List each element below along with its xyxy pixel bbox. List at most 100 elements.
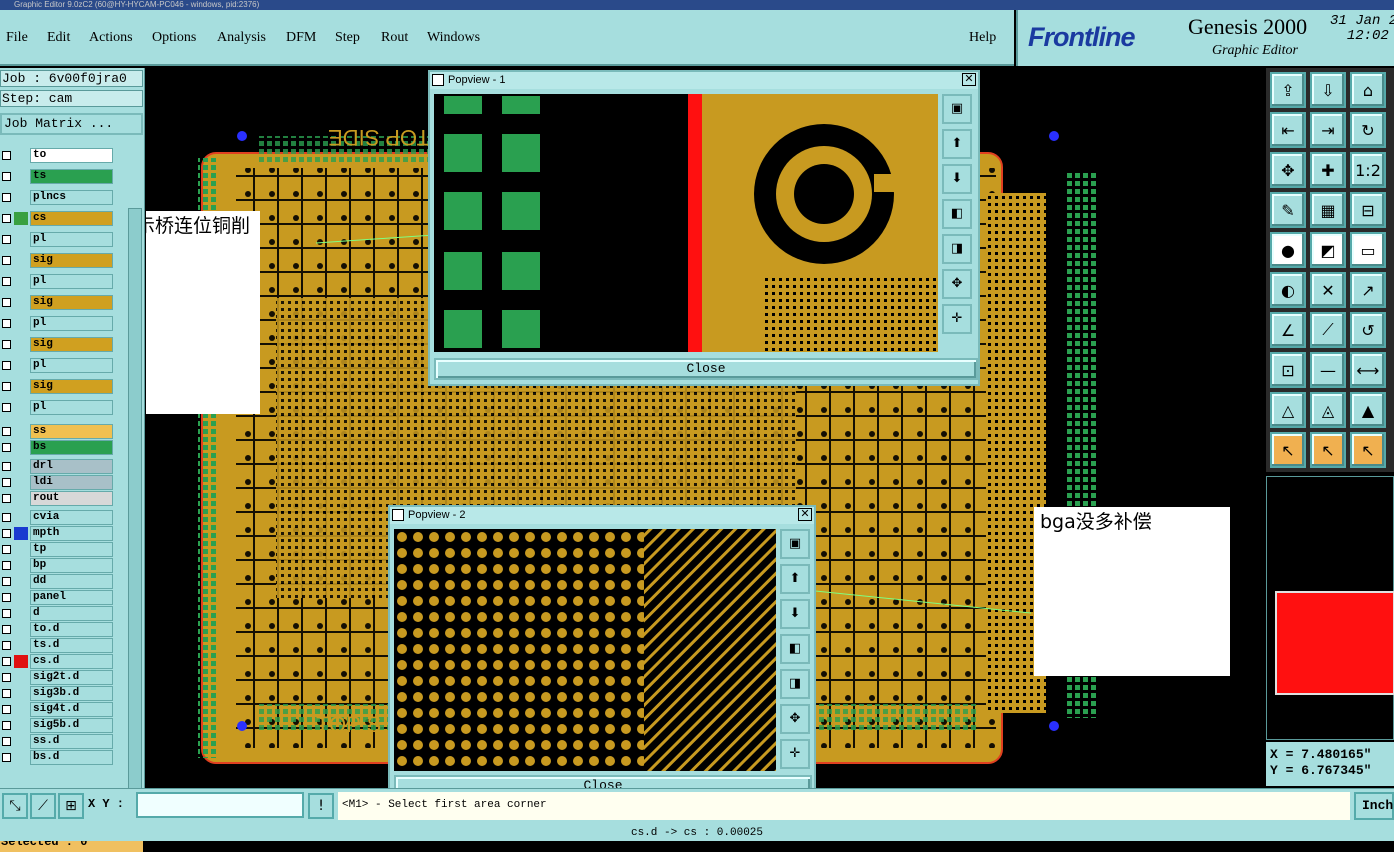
layer-color-swatch[interactable] — [14, 575, 28, 588]
layer-color-swatch[interactable] — [14, 441, 28, 454]
close-icon[interactable]: ✕ — [962, 73, 976, 86]
layer-row[interactable]: pl — [0, 232, 114, 247]
tool-button-29[interactable]: ↖ — [1310, 432, 1346, 468]
layer-checkbox[interactable] — [2, 721, 11, 730]
layer-name[interactable]: sig2t.d — [30, 670, 113, 685]
layer-checkbox[interactable] — [2, 478, 11, 487]
layer-color-swatch[interactable] — [14, 212, 28, 225]
layer-row[interactable]: sig3b.d — [0, 686, 114, 701]
layer-checkbox[interactable] — [2, 319, 11, 328]
tool-button-27[interactable]: ▲ — [1350, 392, 1386, 428]
layer-color-swatch[interactable] — [14, 607, 28, 620]
layer-checkbox[interactable] — [2, 277, 11, 286]
popview-2-tool-4[interactable]: ◧ — [780, 634, 810, 664]
layer-name[interactable]: sig — [30, 337, 113, 352]
layer-checkbox[interactable] — [2, 214, 11, 223]
popview-2-tool-3[interactable]: ⬇ — [780, 599, 810, 629]
tool-button-10[interactable]: ✎ — [1270, 192, 1306, 228]
layer-name[interactable]: cvia — [30, 510, 113, 525]
layer-row[interactable]: rout — [0, 491, 114, 506]
layer-checkbox[interactable] — [2, 561, 11, 570]
layer-checkbox[interactable] — [2, 443, 11, 452]
layer-color-swatch[interactable] — [14, 543, 28, 556]
popview-2[interactable]: Popview - 2 ✕ ▣ ⬆ ⬇ ◧ ◨ ✥ ✛ Close — [388, 505, 816, 803]
layer-name[interactable]: sig4t.d — [30, 702, 113, 717]
layer-name[interactable]: bp — [30, 558, 113, 573]
layer-name[interactable]: sig — [30, 379, 113, 394]
layer-color-swatch[interactable] — [14, 687, 28, 700]
layer-color-swatch[interactable] — [14, 655, 28, 668]
tool-button-5[interactable]: ⇥ — [1310, 112, 1346, 148]
popview-2-tool-7[interactable]: ✛ — [780, 739, 810, 769]
layer-color-swatch[interactable] — [14, 338, 28, 351]
layer-name[interactable]: ts.d — [30, 638, 113, 653]
menu-windows[interactable]: Windows — [427, 30, 480, 46]
popview-1-tool-1[interactable]: ▣ — [942, 94, 972, 124]
layer-checkbox[interactable] — [2, 340, 11, 349]
layer-checkbox[interactable] — [2, 513, 11, 522]
layer-name[interactable]: plncs — [30, 190, 113, 205]
layer-name[interactable]: tp — [30, 542, 113, 557]
popview-2-tool-1[interactable]: ▣ — [780, 529, 810, 559]
layer-row[interactable]: sig — [0, 295, 114, 310]
tool-button-20[interactable]: ⟋ — [1310, 312, 1346, 348]
popview-1-tool-2[interactable]: ⬆ — [942, 129, 972, 159]
layer-color-swatch[interactable] — [14, 254, 28, 267]
layer-checkbox[interactable] — [2, 705, 11, 714]
tool-button-12[interactable]: ⊟ — [1350, 192, 1386, 228]
tool-button-3[interactable]: ⌂ — [1350, 72, 1386, 108]
layer-checkbox[interactable] — [2, 427, 11, 436]
layer-color-swatch[interactable] — [14, 751, 28, 764]
layer-name[interactable]: drl — [30, 459, 113, 474]
layer-row[interactable]: bp — [0, 558, 114, 573]
layer-color-swatch[interactable] — [14, 735, 28, 748]
menu-dfm[interactable]: DFM — [286, 30, 316, 46]
layer-name[interactable]: ss.d — [30, 734, 113, 749]
layer-row[interactable]: sig — [0, 253, 114, 268]
layer-name[interactable]: sig3b.d — [30, 686, 113, 701]
menu-options[interactable]: Options — [152, 30, 196, 46]
layer-color-swatch[interactable] — [14, 149, 28, 162]
tool-button-11[interactable]: ▦ — [1310, 192, 1346, 228]
layer-row[interactable]: sig5b.d — [0, 718, 114, 733]
layer-row[interactable]: cvia — [0, 510, 114, 525]
layer-color-swatch[interactable] — [14, 317, 28, 330]
close-icon[interactable]: ✕ — [798, 508, 812, 521]
layer-name[interactable]: bs.d — [30, 750, 113, 765]
tool-button-4[interactable]: ⇤ — [1270, 112, 1306, 148]
layer-checkbox[interactable] — [2, 529, 11, 538]
layer-name[interactable]: pl — [30, 316, 113, 331]
layer-checkbox[interactable] — [2, 641, 11, 650]
layer-row[interactable]: ts — [0, 169, 114, 184]
layer-name[interactable]: ss — [30, 424, 113, 439]
layer-row[interactable]: sig — [0, 337, 114, 352]
units-button[interactable]: Inch — [1354, 792, 1394, 820]
layer-checkbox[interactable] — [2, 256, 11, 265]
menu-help[interactable]: Help — [969, 30, 996, 46]
layer-checkbox[interactable] — [2, 361, 11, 370]
popview-2-tool-5[interactable]: ◨ — [780, 669, 810, 699]
tool-button-26[interactable]: ◬ — [1310, 392, 1346, 428]
layer-color-swatch[interactable] — [14, 401, 28, 414]
layer-color-swatch[interactable] — [14, 719, 28, 732]
menu-analysis[interactable]: Analysis — [217, 30, 266, 46]
layer-row[interactable]: sig2t.d — [0, 670, 114, 685]
layer-row[interactable]: pl — [0, 400, 114, 415]
layer-checkbox[interactable] — [2, 403, 11, 412]
menu-file[interactable]: File — [6, 30, 28, 46]
layer-row[interactable]: pl — [0, 274, 114, 289]
layer-checkbox[interactable] — [2, 462, 11, 471]
grid-icon[interactable]: ⊞ — [58, 793, 84, 819]
tool-button-15[interactable]: ▭ — [1350, 232, 1386, 268]
tool-button-22[interactable]: ⊡ — [1270, 352, 1306, 388]
tool-button-24[interactable]: ⟷ — [1350, 352, 1386, 388]
layer-name[interactable]: pl — [30, 358, 113, 373]
popview-1[interactable]: Popview - 1 ✕ ▣ ⬆ ⬇ ◧ ◨ ✥ ✛ Close — [428, 70, 980, 386]
layer-checkbox[interactable] — [2, 298, 11, 307]
layer-row[interactable]: pl — [0, 358, 114, 373]
menu-step[interactable]: Step — [335, 30, 360, 46]
layer-checkbox[interactable] — [2, 737, 11, 746]
layer-name[interactable]: to — [30, 148, 113, 163]
popview-1-tool-5[interactable]: ◨ — [942, 234, 972, 264]
layer-name[interactable]: to.d — [30, 622, 113, 637]
